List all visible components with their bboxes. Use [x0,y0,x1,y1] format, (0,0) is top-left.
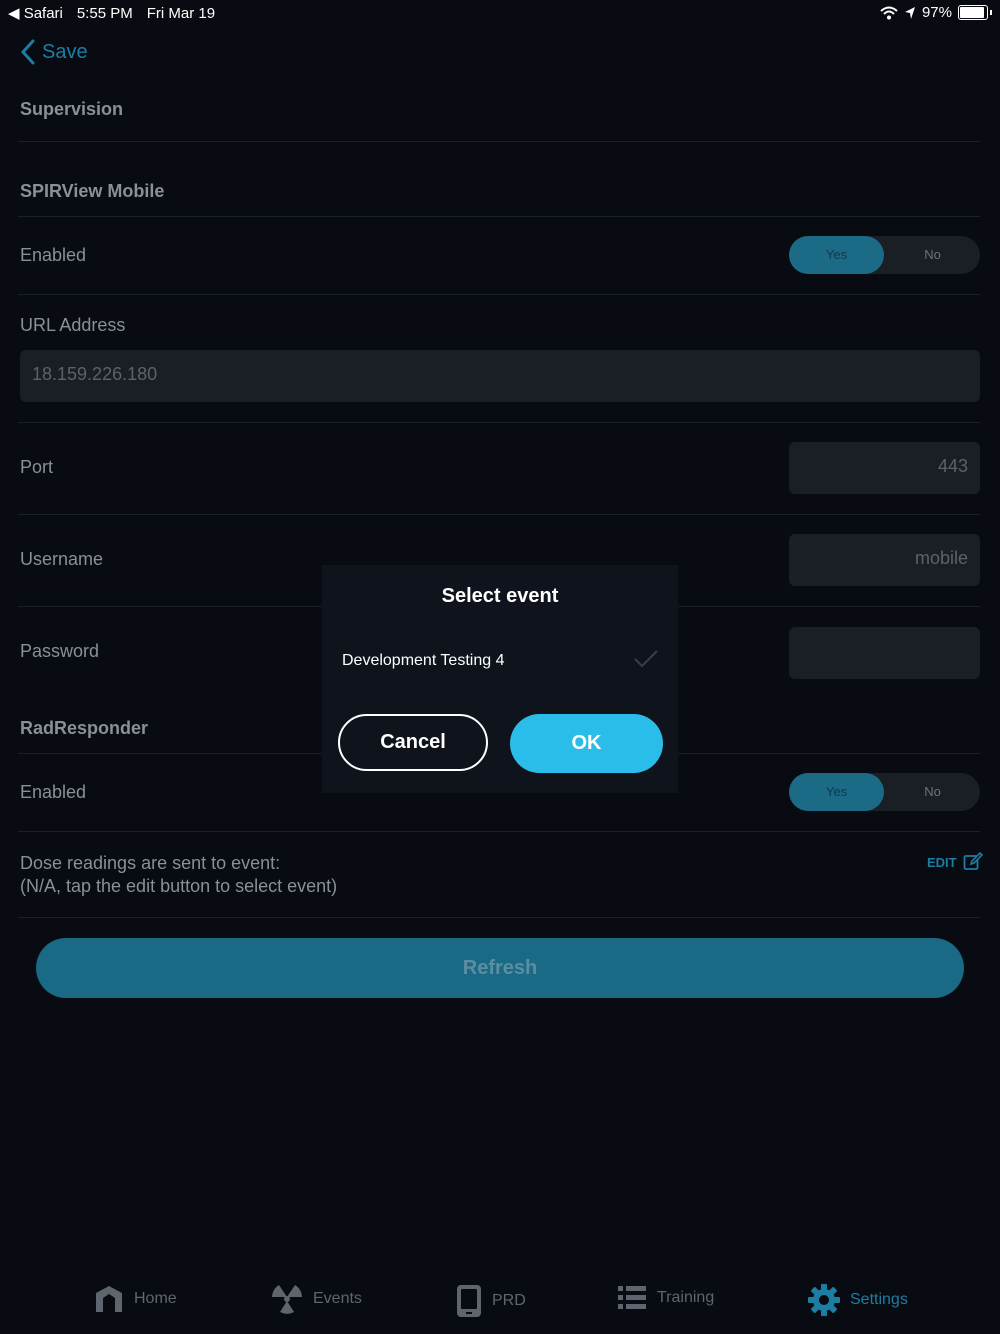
tab-training[interactable]: Training [617,1284,714,1312]
tab-events-label: Events [313,1290,362,1307]
section-title-supervision: Supervision [20,99,124,119]
tab-training-label: Training [657,1289,715,1306]
url-address-label: URL Address [20,315,126,335]
url-address-input[interactable]: 18.159.226.180 [20,350,980,402]
toggle-yes-option[interactable]: Yes [789,236,884,274]
divider [18,831,980,832]
spirview-enabled-label: Enabled [20,245,87,265]
divider [18,917,980,918]
back-button[interactable]: Save [20,38,88,66]
divider [18,514,980,515]
port-label: Port [20,457,54,477]
spirview-enabled-toggle[interactable]: Yes No [789,236,980,274]
tab-bar: Home Events PRD Training Settings [0,1280,1000,1334]
checkmark-icon [634,650,658,668]
password-label: Password [20,641,100,661]
chevron-left-icon [20,39,35,65]
toggle-no-option[interactable]: No [885,773,980,811]
cancel-button[interactable]: Cancel [338,714,488,771]
battery-percent: 97% [921,4,952,21]
password-input[interactable] [789,627,980,679]
radresponder-enabled-label: Enabled [20,782,87,802]
tab-settings[interactable]: Settings [808,1284,908,1316]
dialog-title: Select event [441,585,559,607]
section-title-radresponder: RadResponder [20,718,149,738]
toggle-yes-option[interactable]: Yes [789,773,884,811]
tab-home-label: Home [134,1290,177,1307]
event-option[interactable]: Development Testing 4 [342,652,504,670]
divider [18,294,980,295]
divider [18,141,980,142]
tab-prd[interactable]: PRD [456,1284,526,1318]
port-input[interactable]: 443 [789,442,980,494]
status-bar: ◀ Safari 5:55 PM Fri Mar 19 97% [0,0,1000,26]
gear-icon [808,1284,840,1316]
back-button-label: Save [42,40,88,63]
section-title-spirview: SPIRView Mobile [20,181,165,201]
divider [18,216,980,217]
ok-button[interactable]: OK [510,714,663,773]
dose-line-2: (N/A, tap the edit button to select even… [20,876,338,896]
username-input[interactable]: mobile [789,534,980,586]
edit-event-button[interactable]: EDIT [927,852,983,872]
battery-icon [958,5,988,20]
dose-line-1: Dose readings are sent to event: [20,853,281,873]
select-event-dialog: Select event Development Testing 4 Cance… [322,565,678,793]
edit-icon [963,852,983,870]
wifi-icon [880,6,898,19]
divider [18,422,980,423]
tab-events[interactable]: Events [271,1284,362,1314]
status-time: 5:55 PM [76,4,133,22]
radresponder-enabled-toggle[interactable]: Yes No [789,773,980,811]
device-icon [457,1285,481,1317]
back-to-app[interactable]: ◀ Safari [8,4,63,22]
battery-cap [990,10,992,15]
refresh-button[interactable]: Refresh [36,938,964,998]
status-date: Fri Mar 19 [146,4,216,22]
toggle-no-option[interactable]: No [885,236,980,274]
tab-home[interactable]: Home [94,1284,177,1314]
home-icon [96,1286,122,1312]
radiation-icon [272,1285,302,1314]
edit-label: EDIT [927,854,957,870]
list-icon [618,1286,646,1309]
back-app-label: Safari [23,5,63,22]
tab-settings-label: Settings [850,1291,908,1308]
location-icon [904,6,915,19]
username-label: Username [20,549,104,569]
dose-readings-text: Dose readings are sent to event: (N/A, t… [20,852,337,898]
tab-prd-label: PRD [492,1292,526,1309]
